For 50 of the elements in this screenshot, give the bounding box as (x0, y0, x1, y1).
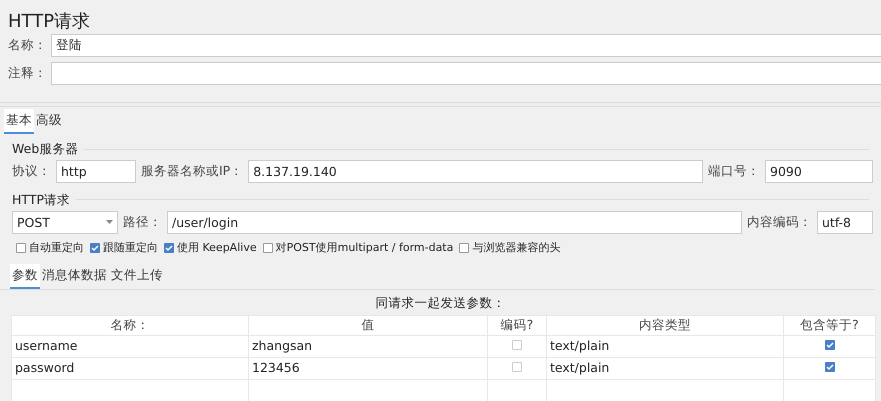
field-label: 名称： (8, 36, 47, 54)
tab[interactable]: 高级 (34, 109, 64, 134)
tab[interactable]: 基本 (4, 109, 34, 134)
checkbox[interactable] (16, 243, 26, 254)
checkbox-label: 自动重定向 (29, 240, 84, 256)
table-caption: 同请求一起发送参数： (376, 295, 506, 310)
table-cell: username (12, 335, 248, 358)
table-cell: password (12, 357, 248, 380)
table-cell: zhangsan (248, 335, 488, 358)
column-header: 内容类型 (546, 315, 784, 336)
encoding-field[interactable]: utf-8 (817, 210, 873, 234)
column-header: 值 (248, 315, 488, 336)
tab[interactable]: 参数 (10, 264, 40, 289)
field-label: 协议： (12, 162, 51, 180)
tab[interactable]: 文件上传 (109, 264, 165, 289)
panel-title: HTTP请求 (7, 10, 92, 31)
server-field[interactable]: 8.137.19.140 (248, 160, 703, 183)
column-header: 包含等于? (784, 315, 876, 336)
checkbox-label: 使用 KeepAlive (177, 240, 257, 256)
text-field[interactable] (51, 62, 881, 84)
checkbox[interactable] (512, 362, 522, 372)
group-title: Web服务器 (0, 140, 881, 158)
field-label: 端口号： (708, 162, 760, 180)
table-cell: 123456 (248, 357, 488, 380)
checkbox[interactable] (90, 243, 100, 254)
group-title: HTTP请求 (0, 190, 881, 210)
column-header: 名称： (12, 315, 248, 336)
protocol-field[interactable]: http (56, 160, 136, 183)
field-label: 注释： (8, 64, 47, 82)
checkbox[interactable] (824, 362, 834, 372)
table-cell: text/plain (546, 335, 784, 358)
dropdown-caret-icon (106, 220, 113, 224)
checkbox-label: 与浏览器兼容的头 (472, 240, 560, 256)
field-label: 内容编码： (747, 212, 812, 231)
checkbox-label: 对POST使用multipart / form-data (276, 240, 454, 256)
checkbox[interactable] (262, 243, 273, 254)
checkbox[interactable] (459, 243, 470, 254)
field-label: 路径： (123, 212, 162, 231)
checkbox[interactable] (512, 340, 522, 350)
port-field[interactable]: 9090 (765, 160, 873, 183)
tab[interactable]: 消息体数据 (40, 264, 109, 289)
table-cell: text/plain (546, 357, 784, 380)
column-header: 编码? (488, 315, 546, 336)
checkbox[interactable] (164, 243, 174, 254)
field-label: 服务器名称或IP： (141, 162, 244, 180)
checkbox-label: 跟随重定向 (103, 240, 158, 256)
method-dropdown[interactable]: POST (12, 210, 118, 234)
path-field[interactable]: /user/login (167, 210, 742, 234)
text-field[interactable]: 登陆 (51, 34, 881, 56)
checkbox[interactable] (824, 340, 834, 350)
